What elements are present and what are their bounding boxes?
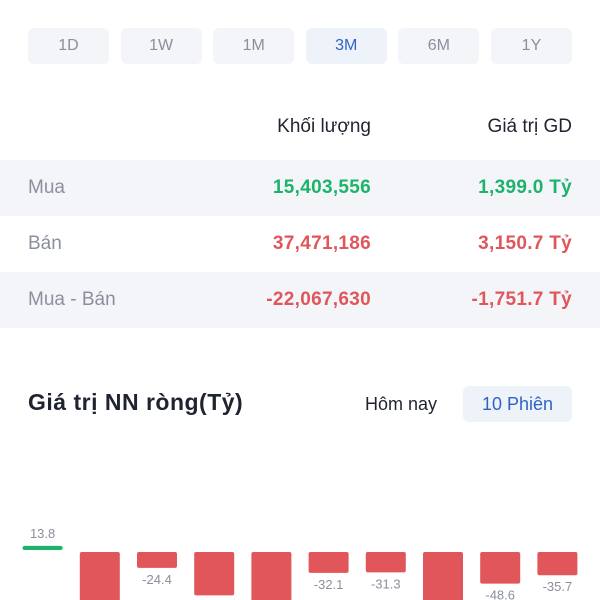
period-tab-1y[interactable]: 1Y <box>490 28 572 64</box>
volume-column-header: Khối lượng <box>277 116 371 137</box>
bar-2 <box>137 552 177 568</box>
trade-row-net: Mua - Bán -22,067,630 -1,751.7 Tỷ <box>0 272 600 328</box>
bar-7 <box>423 552 463 600</box>
period-tab-6m[interactable]: 6M <box>398 28 480 64</box>
row-label: Bán <box>28 233 62 254</box>
bar-value-label-8: -48.6 <box>485 588 515 600</box>
net-value-bar-chart: 13.8-24.4-66.7-32.1-31.3-48.6-35.7 <box>22 526 578 600</box>
net-value: -1,751.7 Tỷ <box>471 289 572 310</box>
bar-value-label-5: -32.1 <box>314 577 344 592</box>
bar-5 <box>308 552 349 573</box>
net-volume: -22,067,630 <box>266 289 371 310</box>
bar-3 <box>194 552 235 596</box>
period-tab-1d[interactable]: 1D <box>28 28 109 64</box>
bar-9 <box>537 552 578 576</box>
bar-0 <box>22 545 63 550</box>
period-tab-1w[interactable]: 1W <box>120 28 202 64</box>
bar-8 <box>480 552 521 584</box>
bar-value-label-2: -24.4 <box>142 572 172 587</box>
value-column-header: Giá trị GD <box>487 116 572 137</box>
buy-value: 1,399.0 Tỷ <box>478 177 572 198</box>
bar-value-label-9: -35.7 <box>543 579 573 594</box>
sell-volume: 37,471,186 <box>272 233 371 254</box>
bar-value-label-0: 13.8 <box>30 526 55 541</box>
trade-row-sell: Bán 37,471,186 3,150.7 Tỷ <box>0 216 600 272</box>
bar-value-label-6: -31.3 <box>371 576 401 591</box>
bar-6 <box>365 552 406 573</box>
period-tab-1m[interactable]: 1M <box>213 28 295 64</box>
trade-row-buy: Mua 15,403,556 1,399.0 Tỷ <box>0 160 600 216</box>
row-label: Mua - Bán <box>28 289 116 310</box>
period-selector: 1D 1W 1M 3M 6M 1Y <box>28 28 572 64</box>
sell-value: 3,150.7 Tỷ <box>478 233 572 254</box>
row-label: Mua <box>28 177 65 198</box>
bar-1 <box>79 552 120 600</box>
period-tab-3m[interactable]: 3M <box>305 28 387 64</box>
buy-volume: 15,403,556 <box>272 177 371 198</box>
trade-table-header: Khối lượng Giá trị GD <box>0 104 600 152</box>
mode-10-sessions-button[interactable]: 10 Phiên <box>463 386 572 422</box>
mode-today-button[interactable]: Hôm nay <box>365 394 437 415</box>
chart-title: Giá trị NN ròng(Tỷ) <box>28 389 244 415</box>
bar-4 <box>251 552 292 600</box>
